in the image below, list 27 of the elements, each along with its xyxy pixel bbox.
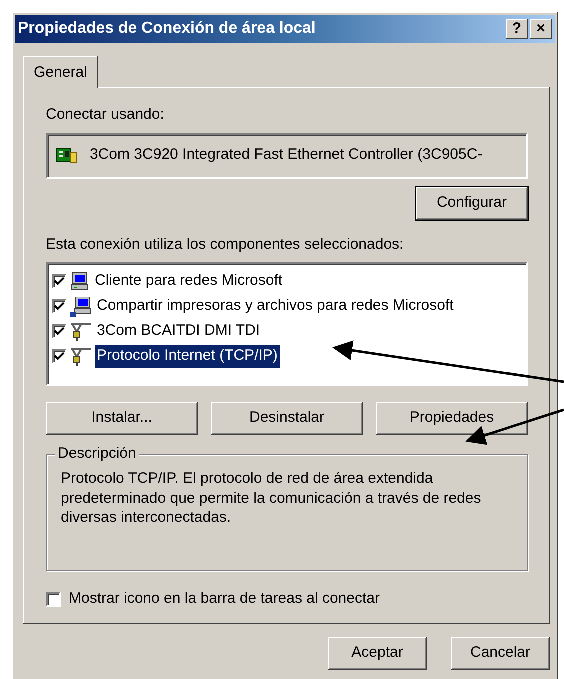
description-text: Protocolo TCP/IP. El protocolo de red de área extendida predeterminado que permite la comunicación a través de redes diversas interconectadas. xyxy=(61,469,482,528)
list-label: Esta conexión utiliza los componentes seleccionados: xyxy=(46,234,405,254)
computer-icon xyxy=(70,272,90,292)
window-title: Propiedades de Conexión de área local xyxy=(18,19,317,39)
group-title: Descripción xyxy=(55,444,140,464)
uninstall-button[interactable]: Desinstalar xyxy=(211,402,363,435)
list-item[interactable]: Cliente para redes Microsoft xyxy=(93,270,285,293)
list-item[interactable]: 3Com BCAITDI DMI TDI xyxy=(95,320,262,343)
checkbox[interactable] xyxy=(52,299,67,314)
help-button[interactable]: ? xyxy=(506,19,528,39)
install-button[interactable]: Instalar... xyxy=(46,402,198,435)
adapter-name: 3Com 3C920 Integrated Fast Ethernet Controller (3C905C- xyxy=(90,145,483,166)
ok-button[interactable]: Aceptar xyxy=(328,637,427,670)
cancel-button[interactable]: Cancelar xyxy=(451,637,550,670)
list-item[interactable]: Compartir impresoras y archivos para redes Microsoft xyxy=(95,295,456,318)
network-cable-icon xyxy=(70,322,92,342)
checkbox[interactable] xyxy=(46,592,61,607)
checkbox-label[interactable]: Mostrar icono en la barra de tareas al conectar xyxy=(69,588,380,610)
configure-button[interactable]: Configurar xyxy=(416,186,528,220)
field-label: Conectar usando: xyxy=(46,105,166,125)
network-card-icon xyxy=(56,146,78,164)
network-cable-icon xyxy=(70,346,92,366)
list-item[interactable]: Protocolo Internet (TCP/IP) xyxy=(95,345,280,368)
tab[interactable]: General xyxy=(23,56,98,88)
close-button[interactable]: × xyxy=(530,19,552,39)
shared-computer-icon xyxy=(70,296,92,316)
properties-button[interactable]: Propiedades xyxy=(376,402,528,435)
